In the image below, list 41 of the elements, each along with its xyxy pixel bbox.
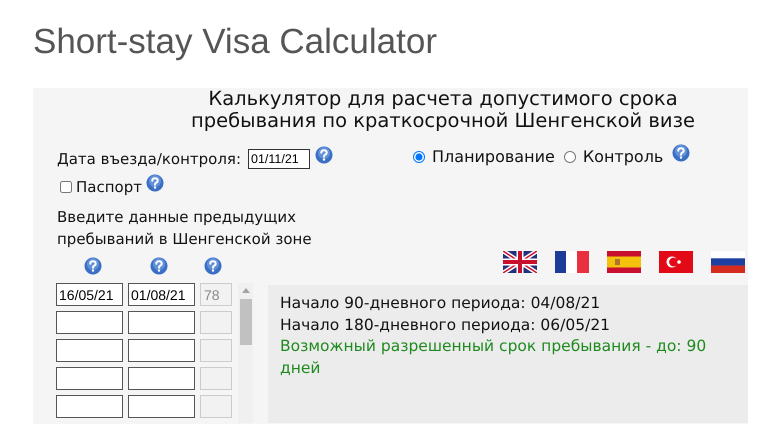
passport-label: Паспорт [76, 178, 142, 196]
exit-date-field[interactable] [128, 311, 195, 334]
days-field [200, 367, 232, 390]
flag-icon[interactable] [711, 251, 745, 273]
entry-date-label: Дата въезда/контроля: [57, 150, 242, 168]
help-icon[interactable] [672, 144, 690, 162]
entry-date-field[interactable] [56, 395, 123, 418]
passport-checkbox[interactable] [60, 181, 72, 193]
period-start-text: Начало 90-дневного периода: 04/08/21 [280, 293, 602, 314]
days-field [200, 395, 232, 418]
scrollbar[interactable] [238, 283, 253, 423]
entry-date-field[interactable]: 01/11/21 [248, 149, 310, 169]
entry-date-field[interactable]: 16/05/21 [56, 283, 123, 306]
allowed-stay-text: Возможный разрешенный срок пребывания - до: 90 дней [280, 336, 708, 378]
entry-date-field[interactable] [56, 339, 123, 362]
help-icon[interactable] [315, 146, 334, 164]
mode-label: Контроль [582, 147, 664, 166]
help-icon[interactable] [150, 257, 168, 275]
calculator-heading: Калькулятор для расчета допустимого срока [207, 88, 679, 110]
page-title: Short-stay Visa Calculator [32, 21, 438, 63]
exit-date-field[interactable]: 01/08/21 [128, 283, 195, 306]
flag-icon[interactable] [503, 251, 537, 273]
exit-date-field[interactable] [128, 367, 195, 390]
entry-date-field[interactable] [56, 367, 123, 390]
instructions-text: Введите данные предыдущих пребываний в Шенгенской зоне [57, 207, 313, 250]
entry-date-field[interactable] [56, 311, 123, 334]
exit-date-field[interactable] [128, 395, 195, 418]
days-field [200, 311, 232, 334]
mode-radio[interactable] [413, 150, 425, 162]
mode-label: Планирование [432, 147, 555, 166]
exit-date-field[interactable] [128, 339, 195, 362]
mode-radio[interactable] [564, 150, 576, 162]
help-icon[interactable] [146, 174, 164, 192]
flag-icon[interactable] [555, 251, 589, 273]
days-field [200, 339, 232, 362]
period-start-text: Начало 180-дневного периода: 06/05/21 [280, 314, 612, 336]
days-field: 78 [200, 283, 232, 306]
help-icon[interactable] [204, 257, 222, 275]
calculator-heading: пребывания по краткосрочной Шенгенской визе [190, 110, 696, 132]
help-icon[interactable] [84, 257, 102, 275]
scrollbar-thumb[interactable] [240, 299, 252, 345]
